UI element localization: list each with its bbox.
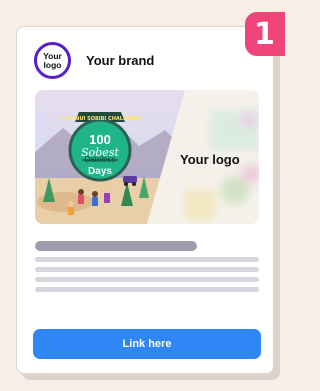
text-placeholder-line [35,287,259,292]
text-placeholder-line [35,267,259,272]
banner-logo-placeholder: Your logo [180,152,240,167]
text-placeholder-line [35,257,259,262]
challenge-text: RAPA NUI SOBIBI CHALLENGE [59,116,142,122]
social-post-card: Your logo Your brand RAPA NUI SOBIBI CHA… [16,26,274,374]
person [92,197,98,206]
step-number-badge: 1 [245,12,285,56]
person [104,193,110,203]
person [68,207,74,215]
link-button[interactable]: Link here [33,329,261,359]
brand-name: Your brand [86,53,155,68]
days-number: 100 [89,132,111,147]
person [78,195,84,204]
car [123,176,137,183]
days-label: Days [88,166,112,177]
text-placeholder-heading [35,241,197,251]
text-placeholder-line [35,277,259,282]
banner-image: RAPA NUI SOBIBI CHALLENGE 100 Sobest Dat… [35,90,259,224]
logo-line-2: logo [43,59,62,70]
brand-logo-placeholder: Your logo [34,42,71,79]
